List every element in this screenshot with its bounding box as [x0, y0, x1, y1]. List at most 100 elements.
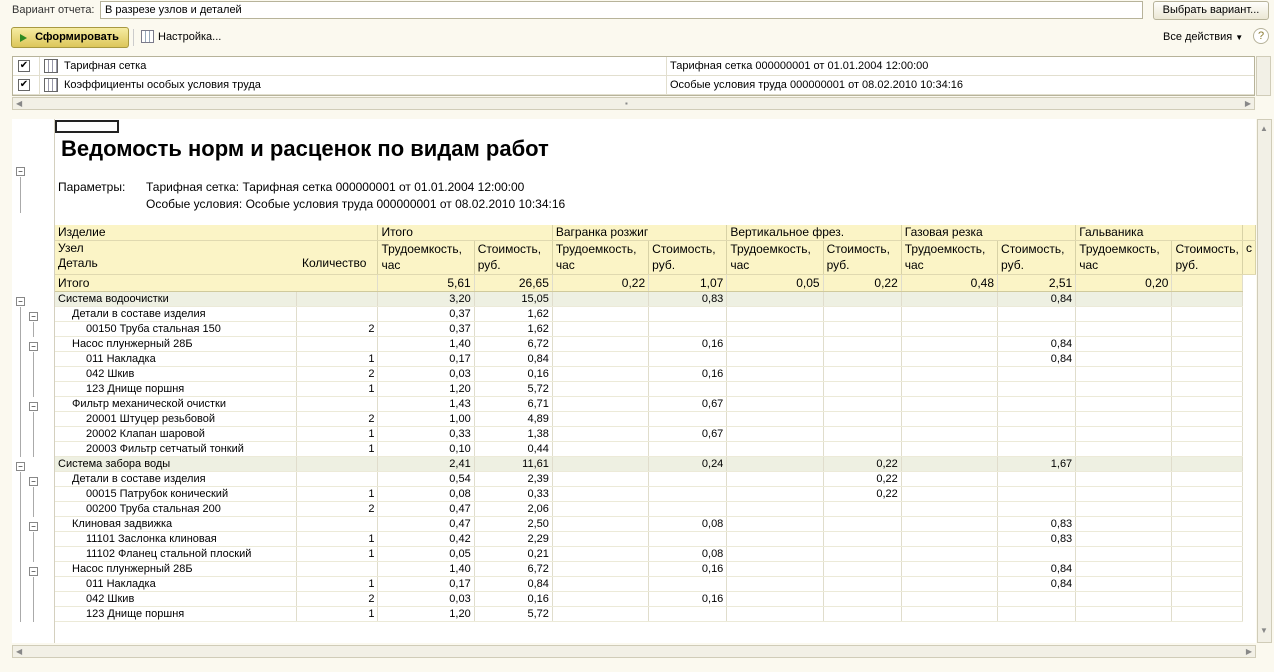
total-value[interactable]: 2,51 — [997, 274, 1077, 292]
header-work-type[interactable]: Итого — [377, 225, 553, 241]
row-value[interactable] — [1075, 336, 1173, 352]
row-value[interactable]: 0,83 — [648, 291, 728, 307]
row-value[interactable] — [823, 591, 902, 607]
header-filler[interactable]: с — [1242, 240, 1256, 275]
row-value[interactable] — [1075, 501, 1173, 517]
table-row[interactable]: 042 Шкив 2 0,03 0,16 0,16 — [55, 366, 1256, 382]
param-value[interactable]: Особые условия труда 000000001 от 08.02.… — [670, 79, 963, 91]
row-value[interactable] — [1075, 531, 1173, 547]
header-labor-hours[interactable]: Трудоемкость, час — [1075, 240, 1173, 275]
row-value[interactable] — [648, 441, 728, 457]
header-cost[interactable]: Стоимость, руб. — [648, 240, 728, 275]
row-value[interactable] — [552, 591, 650, 607]
scroll-right-icon[interactable]: ▶ — [1246, 647, 1252, 656]
row-value[interactable] — [901, 306, 999, 322]
row-value[interactable] — [997, 501, 1077, 517]
row-value[interactable] — [726, 576, 824, 592]
row-value[interactable] — [726, 561, 824, 577]
row-value[interactable] — [1075, 366, 1173, 382]
row-value[interactable]: 0,22 — [823, 456, 902, 472]
header-labor-hours[interactable]: Трудоемкость, час — [726, 240, 824, 275]
row-name[interactable]: 123 Днище поршня — [55, 606, 297, 622]
row-value[interactable]: 0,03 — [377, 366, 475, 382]
row-value[interactable] — [901, 561, 999, 577]
row-quantity[interactable]: 1 — [296, 531, 379, 547]
row-value[interactable]: 5,72 — [474, 606, 553, 622]
row-value[interactable] — [901, 291, 999, 307]
collapse-group-icon[interactable]: − — [16, 297, 25, 306]
row-value[interactable] — [901, 351, 999, 367]
row-value[interactable]: 2,39 — [474, 471, 553, 487]
row-value[interactable] — [901, 486, 999, 502]
row-name[interactable]: 00015 Патрубок конический — [55, 486, 297, 502]
row-value[interactable] — [997, 606, 1077, 622]
row-value[interactable]: 6,72 — [474, 336, 553, 352]
row-value[interactable] — [823, 336, 902, 352]
row-value[interactable] — [552, 291, 650, 307]
row-quantity[interactable] — [296, 306, 379, 322]
row-value[interactable]: 0,84 — [997, 351, 1077, 367]
generate-button[interactable]: Сформировать — [11, 27, 129, 48]
row-value[interactable] — [726, 591, 824, 607]
table-row[interactable]: 00150 Труба стальная 150 2 0,37 1,62 — [55, 321, 1256, 337]
collapse-group-icon[interactable]: − — [16, 462, 25, 471]
row-value[interactable]: 0,84 — [474, 351, 553, 367]
row-quantity[interactable] — [296, 516, 379, 532]
row-value[interactable] — [648, 471, 728, 487]
row-value[interactable] — [648, 321, 728, 337]
scroll-left-icon[interactable]: ◀ — [16, 647, 22, 656]
row-value[interactable]: 0,44 — [474, 441, 553, 457]
row-name[interactable]: Фильтр механической очистки — [55, 396, 297, 412]
row-value[interactable]: 0,08 — [377, 486, 475, 502]
row-quantity[interactable]: 2 — [296, 591, 379, 607]
row-value[interactable]: 0,33 — [377, 426, 475, 442]
row-value[interactable] — [648, 306, 728, 322]
total-value[interactable]: 0,22 — [552, 274, 650, 292]
row-value[interactable] — [726, 306, 824, 322]
header-work-type[interactable]: Гальваника — [1075, 225, 1243, 241]
row-value[interactable] — [901, 546, 999, 562]
row-value[interactable] — [997, 396, 1077, 412]
row-value[interactable] — [648, 501, 728, 517]
header-product[interactable]: Изделие — [55, 225, 379, 241]
row-value[interactable]: 2,06 — [474, 501, 553, 517]
row-quantity[interactable]: 1 — [296, 606, 379, 622]
row-value[interactable] — [997, 441, 1077, 457]
row-value[interactable] — [1075, 456, 1173, 472]
row-name[interactable]: 20002 Клапан шаровой — [55, 426, 297, 442]
row-value[interactable]: 6,71 — [474, 396, 553, 412]
row-value[interactable]: 0,67 — [648, 396, 728, 412]
report-horizontal-scrollbar[interactable]: ◀ ▶ — [12, 645, 1256, 658]
filler-cell[interactable] — [1171, 274, 1243, 292]
row-value[interactable] — [552, 426, 650, 442]
row-value[interactable] — [726, 486, 824, 502]
row-value[interactable]: 1,40 — [377, 336, 475, 352]
header-cost[interactable]: Стоимость, руб. — [823, 240, 902, 275]
row-quantity[interactable] — [296, 291, 379, 307]
row-value[interactable] — [997, 411, 1077, 427]
row-value[interactable] — [726, 606, 824, 622]
row-value[interactable] — [648, 351, 728, 367]
filler-cell[interactable] — [1171, 591, 1243, 607]
row-value[interactable] — [823, 606, 902, 622]
row-value[interactable]: 0,42 — [377, 531, 475, 547]
row-value[interactable] — [726, 441, 824, 457]
row-value[interactable] — [823, 501, 902, 517]
row-value[interactable]: 0,84 — [997, 576, 1077, 592]
row-value[interactable]: 0,16 — [648, 591, 728, 607]
filler-cell[interactable] — [1171, 441, 1243, 457]
total-value[interactable]: 0,48 — [901, 274, 999, 292]
row-value[interactable]: 1,38 — [474, 426, 553, 442]
row-name[interactable]: Насос плунжерный 28Б — [55, 336, 297, 352]
row-value[interactable]: 11,61 — [474, 456, 553, 472]
row-value[interactable] — [901, 441, 999, 457]
filler-cell[interactable] — [1171, 606, 1243, 622]
row-quantity[interactable]: 1 — [296, 351, 379, 367]
row-value[interactable] — [726, 366, 824, 382]
row-name[interactable]: 20001 Штуцер резьбовой — [55, 411, 297, 427]
row-value[interactable]: 0,67 — [648, 426, 728, 442]
row-value[interactable]: 4,89 — [474, 411, 553, 427]
row-value[interactable] — [552, 546, 650, 562]
row-quantity[interactable] — [296, 456, 379, 472]
row-value[interactable] — [823, 411, 902, 427]
